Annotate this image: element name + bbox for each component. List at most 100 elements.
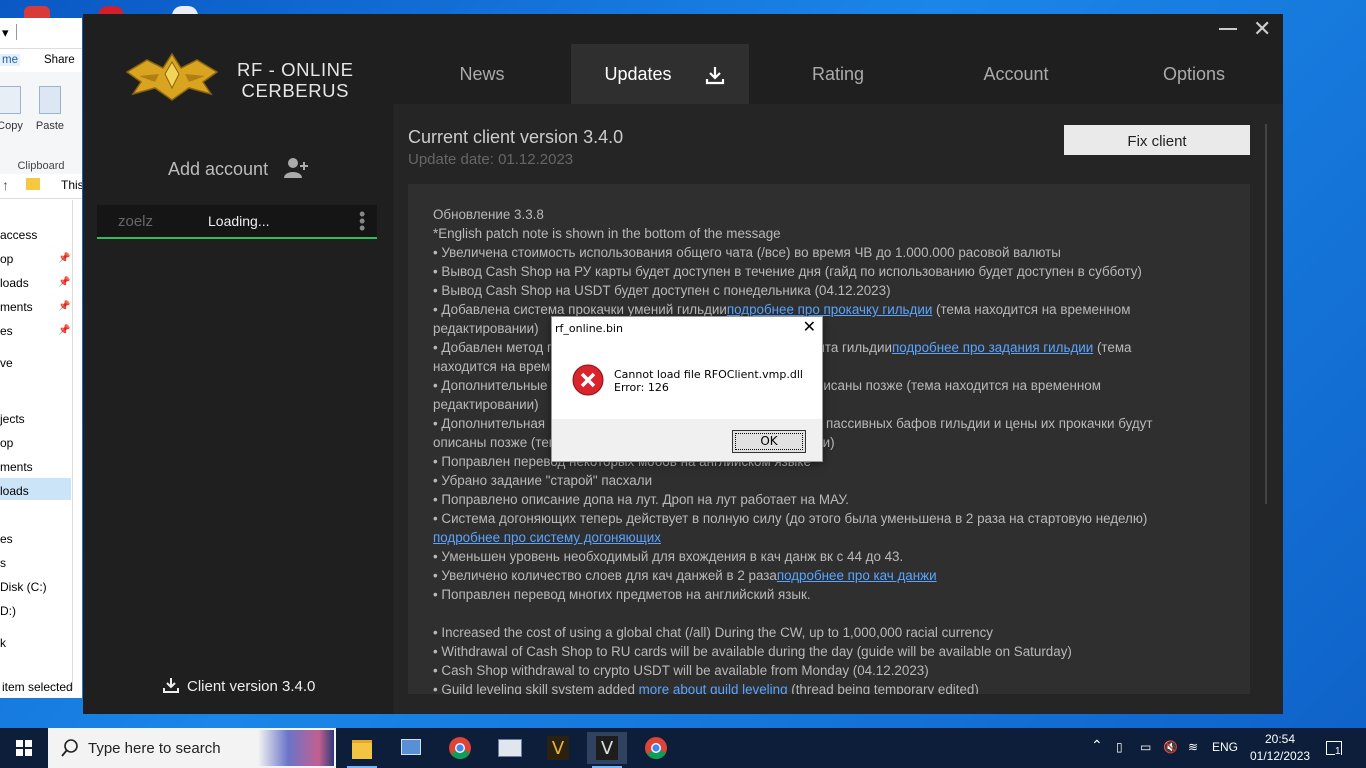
language-indicator[interactable]: ENG [1212,740,1238,754]
taskbar-search-box[interactable]: Type here to search [48,728,336,768]
clipboard-group-label: Clipboard [17,160,65,172]
patch-note-link[interactable]: подробнее про задания гильдии [892,340,1093,355]
clock-time: 20:54 [1264,732,1296,746]
file-explorer-window: ▾ me Share Copy Paste Clipboard ↑ This a… [0,18,82,698]
nav-item[interactable]: es [0,324,13,338]
scrollbar[interactable] [1265,124,1267,504]
windows-start-icon[interactable] [0,728,48,768]
rf-game-taskbar-button[interactable]: Ⅴ [538,732,578,764]
patch-note-line: • Поправлено описание допа на лут. Дроп … [433,490,1233,509]
nav-item[interactable]: jects [0,412,25,426]
nav-divider [72,200,73,690]
patch-notes[interactable]: Обновление 3.3.8 *English patch note is s… [408,184,1250,694]
add-account-button[interactable]: Add account [168,159,268,180]
chrome-taskbar-button[interactable] [636,732,676,764]
account-status: Loading... [208,213,270,229]
nav-item[interactable]: loads [0,484,29,498]
patch-note-line: • Убрано задание "старой" пасхали [433,471,1233,490]
status-text: item selected [2,680,73,694]
fix-client-button[interactable]: Fix client [1064,125,1250,155]
notification-center-icon[interactable]: 1 [1324,738,1344,758]
patch-note-link[interactable]: подробнее про кач данжи [777,568,937,583]
patch-note-text: • Guild leveling skill system added [433,682,639,694]
chevron-up-icon[interactable]: ⌃ [1091,737,1103,754]
add-user-icon[interactable] [283,157,309,179]
accounts-panel: Add account zoelz Loading... • • • Client … [83,104,391,714]
nav-item[interactable]: ve [0,356,13,370]
meet-icon[interactable]: ▯ [1116,740,1123,754]
pin-icon: 📌 [58,277,71,288]
patch-note-line: • Cash Shop withdrawal to crypto USDT wi… [433,661,1233,680]
nav-item[interactable]: op [0,252,13,266]
dialog-close-button[interactable]: ✕ [803,317,816,336]
search-highlight-image [258,730,334,766]
tab-news[interactable]: News [393,44,571,104]
patch-note-text [433,606,437,621]
copy-button[interactable]: Copy [0,86,26,132]
patch-note-text: (тема [1093,340,1132,355]
nav-item[interactable]: loads [0,276,29,290]
kebab-menu-icon[interactable]: • • • [359,205,365,237]
ok-button[interactable]: OK [732,430,806,453]
dialog-message: Cannot load file RFOClient.vmp.dll Error… [614,368,803,394]
nav-item[interactable]: ments [0,460,33,474]
nav-item[interactable]: ments [0,300,33,314]
clock-date: 01/12/2023 [1250,749,1311,763]
up-arrow-icon[interactable]: ↑ [2,177,9,193]
patch-note-line: • Вывод Cash Shop на РУ карты будет дост… [433,262,1233,281]
add-account-label: Add account [168,159,269,179]
chrome-taskbar-button[interactable] [440,732,480,764]
nav-item[interactable]: es [0,532,13,546]
rf-launcher-taskbar-button[interactable]: Ⅴ [587,732,627,768]
nav-item[interactable]: D:) [0,604,16,618]
patch-note-text: • Увеличено количество слоев для кач дан… [433,568,777,583]
patch-note-link[interactable]: подробнее про прокачку гильдии [727,302,932,317]
battery-icon[interactable]: ▭ [1140,740,1151,754]
patch-note-text: • Увеличена стоимость использования обще… [433,245,1061,260]
patch-note-line [433,604,1233,623]
account-row[interactable]: zoelz Loading... • • • [97,205,377,239]
patch-note-link[interactable]: more about guild leveling [639,682,788,694]
download-icon [163,678,179,693]
explorer-nav-pane: access op 📌 loads 📌 ments 📌 es 📌 ve ject… [0,200,72,698]
patch-note-line: • Увеличена стоимость использования обще… [433,243,1233,262]
patch-note-text: • Вывод Cash Shop на USDT будет доступен… [433,283,891,298]
volume-muted-icon[interactable]: 🔇 [1163,740,1178,754]
nav-item[interactable]: k [0,636,6,650]
explorer-address-bar[interactable]: ↑ This [0,174,82,199]
nav-item[interactable]: s [0,556,6,570]
patch-note-line: • Увеличено количество слоев для кач дан… [433,566,1233,585]
tab-updates-label: Updates [604,64,672,84]
tab-updates[interactable]: Updates [571,44,749,107]
taskbar: Type here to search Ⅴ Ⅴ ⌃ ▯ ▭ 🔇 ≋ ENG 20… [0,728,1366,768]
tab-account[interactable]: Account [927,44,1105,104]
nav-item[interactable]: access [0,228,37,242]
search-placeholder: Type here to search [88,740,221,757]
app-taskbar-button[interactable] [489,732,529,764]
patch-note-text: Обновление 3.3.8 [433,207,544,222]
error-icon [572,364,604,396]
dialog-error-code: Error: 126 [614,381,669,394]
nav-item[interactable]: Disk (C:) [0,580,47,594]
pin-icon: 📌 [58,325,71,336]
client-version-label: Client version 3.4.0 [187,678,316,695]
control-panel-taskbar-button[interactable] [391,732,431,764]
file-explorer-taskbar-button[interactable] [342,732,382,768]
wifi-icon[interactable]: ≋ [1188,740,1198,754]
minimize-button[interactable] [1219,28,1237,30]
clock[interactable]: 20:54 01/12/2023 [1250,731,1310,765]
patch-note-link[interactable]: подробнее про систему догоняющих [433,530,661,545]
update-date: Update date: 01.12.2023 [408,151,574,168]
close-button[interactable]: ✕ [1253,18,1271,40]
paste-button[interactable]: Paste [34,86,66,132]
tab-options[interactable]: Options [1105,44,1283,104]
tab-rating[interactable]: Rating [749,44,927,104]
patch-note-text: • Withdrawal of Cash Shop to RU cards wi… [433,644,1072,659]
patch-note-text: • Убрано задание "старой" пасхали [433,473,653,488]
explorer-titlebar: ▾ [0,18,82,49]
qat-dropdown-icon[interactable]: ▾ [2,25,9,41]
nav-item[interactable]: op [0,436,13,450]
status-bar-text: item selected [2,680,73,694]
tab-share[interactable]: Share [44,54,75,66]
tab-home[interactable]: me [0,54,20,66]
